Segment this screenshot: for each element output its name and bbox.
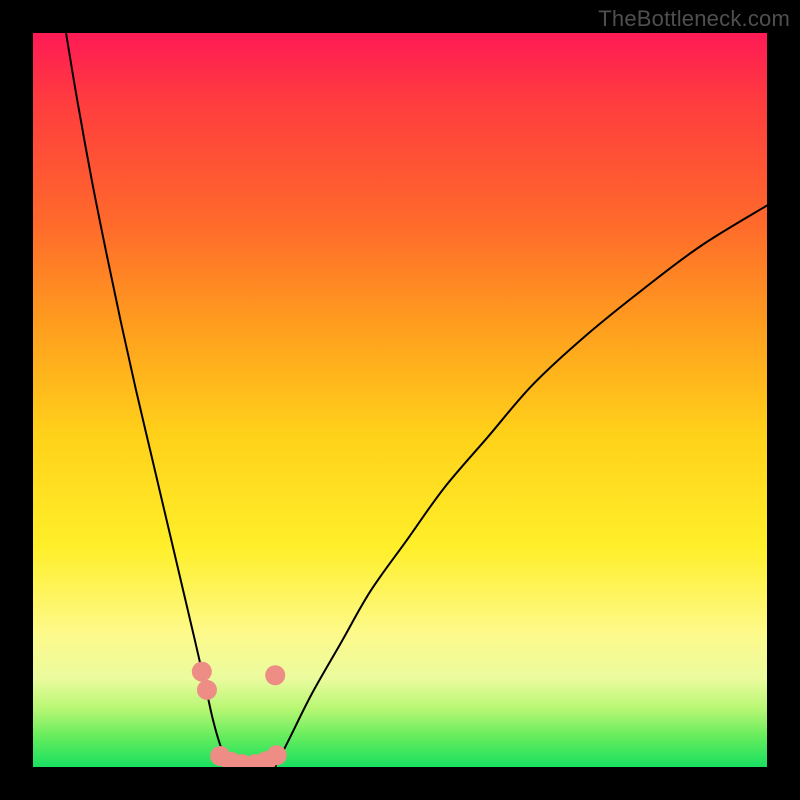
chart-frame: TheBottleneck.com [0, 0, 800, 800]
chart-marker [192, 662, 212, 682]
chart-markers [192, 662, 287, 767]
chart-marker [267, 745, 287, 765]
chart-overlay [33, 33, 767, 767]
chart-curve-right-curve [275, 205, 767, 767]
chart-marker [265, 665, 285, 685]
chart-marker [197, 680, 217, 700]
watermark-text: TheBottleneck.com [598, 6, 790, 32]
chart-curve-left-curve [66, 33, 229, 767]
chart-curves [66, 33, 767, 767]
chart-plot-area [33, 33, 767, 767]
